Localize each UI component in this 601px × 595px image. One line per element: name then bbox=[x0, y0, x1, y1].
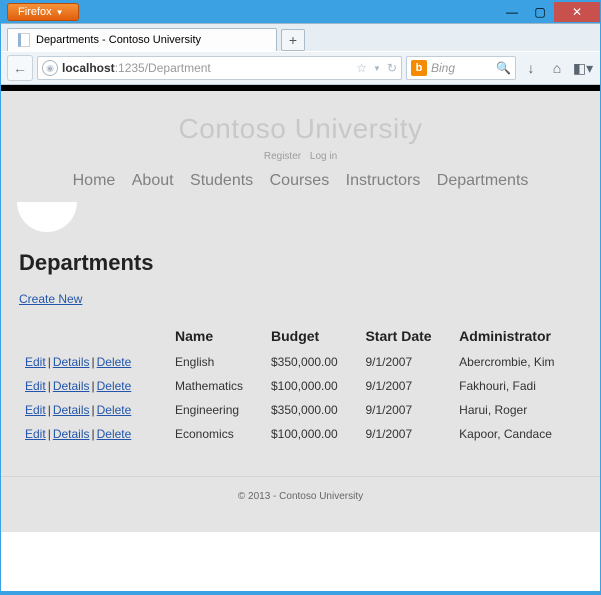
cell-budget: $350,000.00 bbox=[265, 350, 359, 374]
nav-courses[interactable]: Courses bbox=[270, 172, 330, 189]
window-maximize-button[interactable]: ▢ bbox=[526, 2, 554, 22]
cell-start: 9/1/2007 bbox=[359, 422, 453, 446]
edit-link[interactable]: Edit bbox=[25, 355, 46, 369]
nav-home[interactable]: Home bbox=[73, 172, 116, 189]
cell-budget: $100,000.00 bbox=[265, 422, 359, 446]
nav-instructors[interactable]: Instructors bbox=[346, 172, 421, 189]
firefox-label: Firefox bbox=[18, 6, 52, 18]
cell-admin: Abercrombie, Kim bbox=[453, 350, 582, 374]
col-budget: Budget bbox=[265, 324, 359, 350]
col-name: Name bbox=[169, 324, 265, 350]
edit-link[interactable]: Edit bbox=[25, 427, 46, 441]
page-favicon-icon bbox=[18, 33, 30, 47]
home-icon: ⌂ bbox=[553, 60, 561, 76]
details-link[interactable]: Details bbox=[53, 427, 90, 441]
browser-tab[interactable]: Departments - Contoso University bbox=[7, 28, 277, 51]
window-minimize-button[interactable]: — bbox=[498, 2, 526, 22]
cell-name: Engineering bbox=[169, 398, 265, 422]
cell-name: Economics bbox=[169, 422, 265, 446]
dropdown-caret-icon[interactable]: ▼ bbox=[373, 64, 381, 73]
avatar-placeholder bbox=[17, 202, 77, 232]
edit-link[interactable]: Edit bbox=[25, 403, 46, 417]
nav-students[interactable]: Students bbox=[190, 172, 253, 189]
details-link[interactable]: Details bbox=[53, 379, 90, 393]
table-row: Edit|Details|DeleteEngineering$350,000.0… bbox=[19, 398, 582, 422]
page-viewport: Contoso University Register Log in Home … bbox=[1, 85, 600, 591]
window-titlebar: Firefox ▼ — ▢ ✕ bbox=[1, 1, 600, 23]
bookmarks-menu-button[interactable]: ◧▾ bbox=[572, 57, 594, 79]
downloads-button[interactable]: ↓ bbox=[520, 57, 542, 79]
address-bar[interactable]: ◉ localhost:1235/Department ☆ ▼ ↻ bbox=[37, 56, 402, 80]
table-row: Edit|Details|DeleteMathematics$100,000.0… bbox=[19, 374, 582, 398]
auth-links: Register Log in bbox=[1, 151, 600, 162]
cell-start: 9/1/2007 bbox=[359, 374, 453, 398]
table-row: Edit|Details|DeleteEnglish$350,000.009/1… bbox=[19, 350, 582, 374]
col-admin: Administrator bbox=[453, 324, 582, 350]
firefox-menu-button[interactable]: Firefox ▼ bbox=[7, 3, 79, 21]
download-arrow-icon: ↓ bbox=[528, 60, 535, 76]
bing-icon: b bbox=[411, 60, 427, 76]
details-link[interactable]: Details bbox=[53, 355, 90, 369]
nav-about[interactable]: About bbox=[132, 172, 174, 189]
cell-name: English bbox=[169, 350, 265, 374]
new-tab-button[interactable]: + bbox=[281, 29, 305, 51]
tab-title: Departments - Contoso University bbox=[36, 34, 201, 46]
departments-table: Name Budget Start Date Administrator Edi… bbox=[19, 324, 582, 446]
cell-name: Mathematics bbox=[169, 374, 265, 398]
url-text: localhost:1235/Department bbox=[62, 61, 211, 75]
search-placeholder: Bing bbox=[431, 61, 455, 75]
globe-icon: ◉ bbox=[42, 60, 58, 76]
tab-bar: Departments - Contoso University + bbox=[1, 23, 600, 51]
nav-departments[interactable]: Departments bbox=[437, 172, 529, 189]
chevron-down-icon: ▼ bbox=[56, 8, 64, 17]
cell-start: 9/1/2007 bbox=[359, 350, 453, 374]
window-close-button[interactable]: ✕ bbox=[554, 2, 600, 22]
cell-budget: $100,000.00 bbox=[265, 374, 359, 398]
site-footer: © 2013 - Contoso University bbox=[1, 476, 600, 532]
create-new-link[interactable]: Create New bbox=[19, 292, 82, 306]
page-heading: Departments bbox=[19, 250, 582, 276]
search-box[interactable]: b Bing 🔍 bbox=[406, 56, 516, 80]
login-link[interactable]: Log in bbox=[310, 151, 337, 162]
main-nav: Home About Students Courses Instructors … bbox=[1, 172, 600, 200]
site-header: Contoso University Register Log in Home … bbox=[1, 91, 600, 206]
delete-link[interactable]: Delete bbox=[97, 427, 132, 441]
arrow-left-icon: ← bbox=[13, 60, 27, 76]
bookmark-icon: ◧▾ bbox=[573, 60, 593, 77]
cell-admin: Kapoor, Candace bbox=[453, 422, 582, 446]
register-link[interactable]: Register bbox=[264, 151, 301, 162]
search-icon[interactable]: 🔍 bbox=[496, 61, 511, 75]
delete-link[interactable]: Delete bbox=[97, 403, 132, 417]
home-button[interactable]: ⌂ bbox=[546, 57, 568, 79]
bookmark-star-icon[interactable]: ☆ bbox=[356, 61, 367, 75]
site-title: Contoso University bbox=[1, 113, 600, 145]
cell-budget: $350,000.00 bbox=[265, 398, 359, 422]
delete-link[interactable]: Delete bbox=[97, 355, 132, 369]
nav-toolbar: ← ◉ localhost:1235/Department ☆ ▼ ↻ b Bi… bbox=[1, 51, 600, 85]
delete-link[interactable]: Delete bbox=[97, 379, 132, 393]
table-row: Edit|Details|DeleteEconomics$100,000.009… bbox=[19, 422, 582, 446]
cell-start: 9/1/2007 bbox=[359, 398, 453, 422]
edit-link[interactable]: Edit bbox=[25, 379, 46, 393]
col-start: Start Date bbox=[359, 324, 453, 350]
reload-icon[interactable]: ↻ bbox=[387, 61, 397, 75]
details-link[interactable]: Details bbox=[53, 403, 90, 417]
cell-admin: Fakhouri, Fadi bbox=[453, 374, 582, 398]
back-button[interactable]: ← bbox=[7, 55, 33, 81]
cell-admin: Harui, Roger bbox=[453, 398, 582, 422]
plus-icon: + bbox=[289, 32, 297, 48]
